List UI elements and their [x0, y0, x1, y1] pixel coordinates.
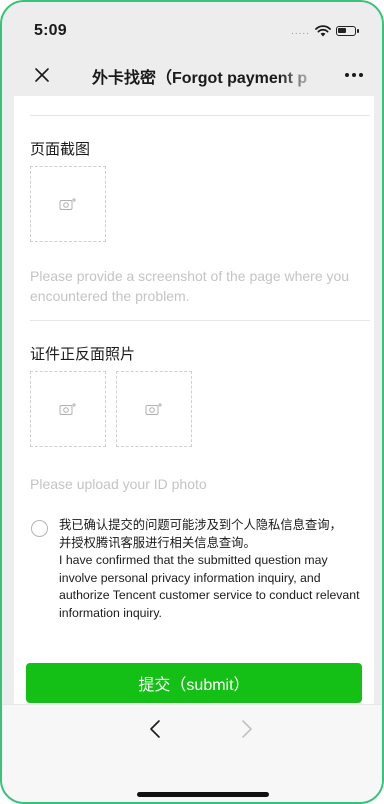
- submit-button[interactable]: 提交（submit）: [26, 663, 362, 703]
- phone-screen: 5:09 ..... 外卡找密（Forgot payment p 页面截图 Pl…: [0, 0, 384, 804]
- top-divider: [30, 115, 370, 116]
- screenshot-upload-button[interactable]: [30, 166, 106, 242]
- id-back-upload-button[interactable]: [116, 371, 192, 447]
- wifi-icon: [315, 25, 331, 37]
- id-hint: Please upload your ID photo: [30, 476, 207, 492]
- status-bar: 5:09 .....: [2, 2, 382, 52]
- form-content: 页面截图 Please provide a screenshot of the …: [14, 96, 374, 704]
- nav-bar: 外卡找密（Forgot payment p: [2, 52, 382, 96]
- screenshot-section-title: 页面截图: [30, 141, 91, 158]
- chevron-right-icon[interactable]: [234, 717, 258, 741]
- id-section-title: 证件正反面照片: [30, 346, 136, 363]
- consent-line-cn-1: 我已确认提交的问题可能涉及到个人隐私信息查询，: [59, 518, 342, 532]
- consent-text-en: I have confirmed that the submitted ques…: [59, 553, 360, 620]
- browser-bottom-bar: [2, 704, 382, 802]
- camera-add-icon: [145, 403, 162, 415]
- consent-text: 我已确认提交的问题可能涉及到个人隐私信息查询， 并授权腾讯客服进行相关信息查询。…: [59, 517, 364, 623]
- battery-icon: [336, 26, 359, 36]
- camera-add-icon: [59, 198, 76, 210]
- camera-add-icon: [59, 403, 76, 415]
- more-icon[interactable]: [342, 66, 366, 84]
- page-title: 外卡找密（Forgot payment p: [92, 70, 308, 87]
- home-indicator[interactable]: [137, 792, 269, 797]
- signal-indicator: .....: [291, 25, 310, 37]
- consent-line-cn-2: 并授权腾讯客服进行相关信息查询。: [59, 535, 256, 550]
- status-time: 5:09: [34, 22, 67, 39]
- consent-radio[interactable]: [31, 520, 48, 537]
- section-divider: [30, 320, 370, 321]
- id-front-upload-button[interactable]: [30, 371, 106, 447]
- status-icons: .....: [291, 25, 359, 37]
- screenshot-hint: Please provide a screenshot of the page …: [30, 268, 350, 304]
- close-icon[interactable]: [30, 63, 54, 87]
- chevron-left-icon[interactable]: [144, 717, 168, 741]
